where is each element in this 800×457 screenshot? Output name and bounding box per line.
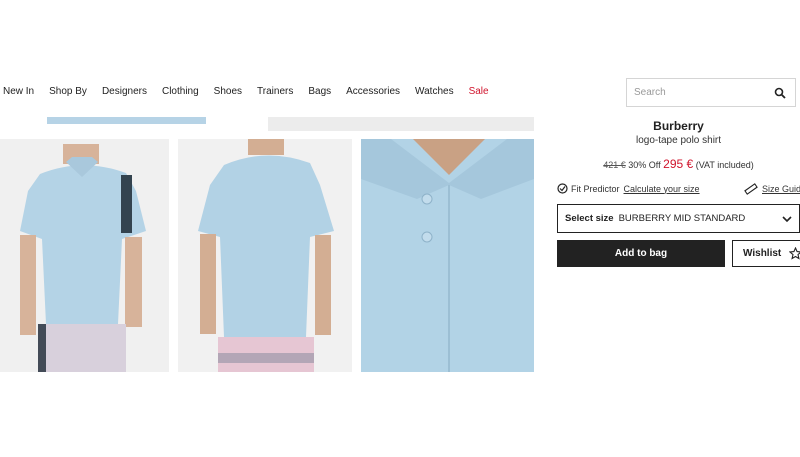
- star-icon: [789, 247, 800, 260]
- nav-accessories[interactable]: Accessories: [346, 86, 400, 97]
- size-guide-link[interactable]: Size Guide: [762, 184, 800, 194]
- nav-shoes[interactable]: Shoes: [214, 86, 242, 97]
- previous-image-strip: [268, 117, 534, 131]
- search-box: [626, 78, 796, 107]
- vat-note: (VAT included): [695, 160, 754, 170]
- chevron-down-icon: [782, 216, 792, 223]
- size-select-label: Select size: [565, 213, 614, 224]
- nav-clothing[interactable]: Clothing: [162, 86, 199, 97]
- previous-image-strip: [47, 117, 206, 124]
- collar-detail-illustration: [361, 139, 534, 372]
- original-price: 421 €: [603, 160, 626, 170]
- size-select[interactable]: Select size BURBERRY MID STANDARD: [557, 204, 800, 233]
- nav-watches[interactable]: Watches: [415, 86, 454, 97]
- model-front-illustration: [0, 139, 169, 372]
- model-back-illustration: [178, 139, 352, 372]
- product-image-detail[interactable]: [361, 139, 534, 372]
- nav-sale[interactable]: Sale: [469, 86, 489, 97]
- nav-new-in[interactable]: New In: [3, 86, 34, 97]
- sale-price: 295 €: [663, 157, 694, 171]
- search-input[interactable]: [634, 87, 764, 98]
- product-name: logo-tape polo shirt: [635, 135, 722, 146]
- fit-predictor-icon: [557, 183, 568, 194]
- nav-trainers[interactable]: Trainers: [257, 86, 293, 97]
- fit-predictor: Fit Predictor Calculate your size: [557, 183, 700, 194]
- ruler-icon: [744, 183, 758, 195]
- discount-label: 30% Off: [628, 160, 661, 170]
- add-to-bag-button[interactable]: Add to bag: [557, 240, 725, 267]
- wishlist-label: Wishlist: [743, 248, 782, 259]
- nav-bags[interactable]: Bags: [308, 86, 331, 97]
- size-select-value: BURBERRY MID STANDARD: [618, 213, 746, 224]
- price-block: 421 € 30% Off 295 € (VAT included): [557, 157, 800, 171]
- nav-shop-by[interactable]: Shop By: [49, 86, 87, 97]
- fit-predictor-label: Fit Predictor: [571, 183, 620, 194]
- search-icon[interactable]: [774, 87, 786, 99]
- product-brand[interactable]: Burberry: [557, 119, 800, 133]
- product-image-back[interactable]: [178, 139, 352, 372]
- product-image-front[interactable]: [0, 139, 169, 372]
- nav-designers[interactable]: Designers: [102, 86, 147, 97]
- wishlist-button[interactable]: Wishlist: [732, 240, 800, 267]
- calculate-size-link[interactable]: Calculate your size: [624, 184, 700, 194]
- main-nav: New In Shop By Designers Clothing Shoes …: [3, 86, 504, 97]
- size-guide[interactable]: Size Guide: [744, 183, 800, 195]
